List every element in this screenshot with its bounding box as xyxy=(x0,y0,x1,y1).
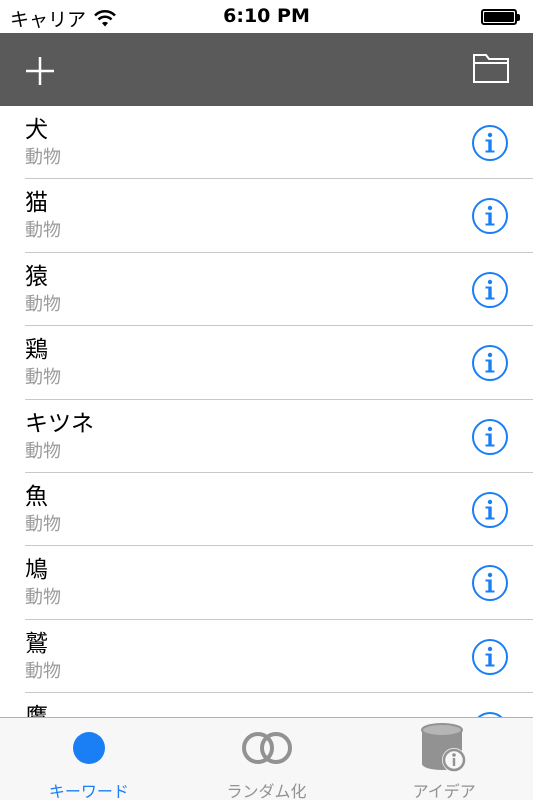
list-item[interactable]: 鶏動物 xyxy=(0,326,533,400)
info-icon[interactable] xyxy=(471,344,509,382)
folder-icon[interactable] xyxy=(471,51,511,85)
info-icon[interactable] xyxy=(471,491,509,529)
list-item-subtitle: 動物 xyxy=(25,587,61,609)
list-item-title: 犬 xyxy=(25,117,48,143)
list-item[interactable]: 犬動物 xyxy=(0,106,533,180)
list-item[interactable]: 魚動物 xyxy=(0,473,533,547)
list-item-title: 鷹 xyxy=(25,703,48,717)
list-item[interactable]: 猫動物 xyxy=(0,179,533,254)
navigation-bar xyxy=(0,33,533,106)
list-item-subtitle: 動物 xyxy=(25,147,61,168)
info-icon[interactable] xyxy=(471,197,509,235)
list-item-subtitle: 動物 xyxy=(25,220,61,242)
tab-keyword[interactable]: キーワード xyxy=(0,718,178,800)
list-item[interactable]: 鷲動物 xyxy=(0,620,533,694)
list-item-title: 鳩 xyxy=(25,557,48,584)
list-item-subtitle: 動物 xyxy=(25,293,61,315)
list-item-subtitle: 動物 xyxy=(25,660,61,682)
status-time: 6:10 PM xyxy=(223,5,310,27)
list-item-subtitle: 動物 xyxy=(25,440,61,462)
tab-randomize-label: ランダム化 xyxy=(226,782,307,800)
overlapping-circles-icon xyxy=(241,732,292,764)
keyword-list[interactable]: 犬動物猫動物猿動物鶏動物キツネ動物魚動物鳩動物鷲動物鷹動物 xyxy=(0,106,533,717)
info-icon[interactable] xyxy=(471,124,509,162)
list-item-subtitle: 動物 xyxy=(25,513,61,535)
tab-randomize[interactable]: ランダム化 xyxy=(178,718,356,800)
tab-idea-label: アイデア xyxy=(412,782,476,800)
list-item-title: 鶏 xyxy=(25,337,48,364)
list-item-subtitle: 動物 xyxy=(25,367,61,389)
list-item-title: 猫 xyxy=(25,190,48,217)
list-item[interactable]: 鷹動物 xyxy=(0,693,533,717)
list-item-title: キツネ xyxy=(25,410,94,437)
list-item-title: 鷲 xyxy=(25,630,48,657)
list-item[interactable]: 猿動物 xyxy=(0,253,533,327)
status-bar: キャリア 6:10 PM xyxy=(0,0,533,33)
list-item[interactable]: キツネ 動物 xyxy=(0,400,533,474)
database-info-icon xyxy=(421,723,467,772)
info-icon[interactable] xyxy=(471,418,509,456)
list-item-title: 猿 xyxy=(25,263,48,290)
tab-idea[interactable]: アイデア xyxy=(355,718,533,800)
tab-bar: キーワード ランダム化 アイデア xyxy=(0,717,533,800)
list-item[interactable]: 鳩動物 xyxy=(0,546,533,621)
plus-icon[interactable] xyxy=(20,51,60,91)
circle-icon xyxy=(72,732,105,764)
battery-icon xyxy=(481,9,521,25)
tab-keyword-label: キーワード xyxy=(48,782,129,800)
list-item-title: 魚 xyxy=(25,483,48,510)
info-icon[interactable] xyxy=(471,564,509,602)
info-icon[interactable] xyxy=(471,638,509,676)
info-icon[interactable] xyxy=(471,271,509,309)
